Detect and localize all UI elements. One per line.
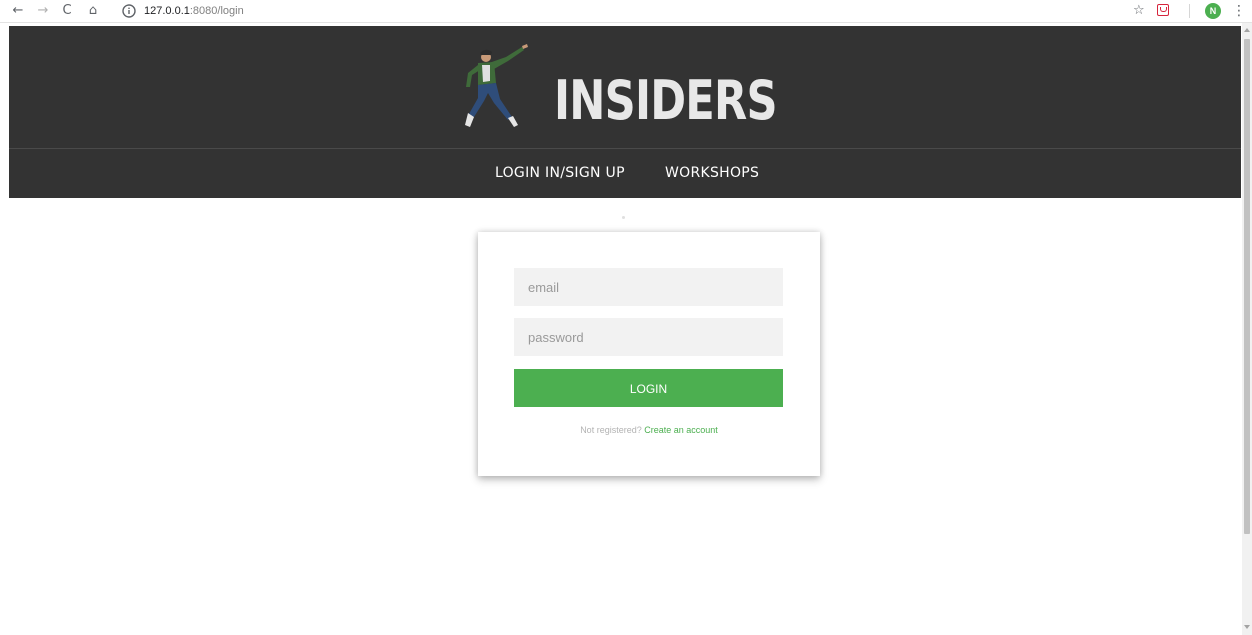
address-bar[interactable]: 127.0.0.1:8080/login — [144, 3, 244, 19]
menu-item-login-signup[interactable]: LOGIN IN/SIGN UP — [495, 165, 625, 181]
menu-item-workshops[interactable]: WORKSHOPS — [665, 165, 759, 181]
dancer-logo-image — [465, 44, 528, 127]
scroll-up-arrow-icon[interactable] — [1244, 28, 1250, 32]
site-header: INSIDERS LOGIN IN/SIGN UP WORKSHOPS — [9, 26, 1241, 198]
site-info-icon[interactable] — [120, 2, 138, 20]
brand-bar: INSIDERS — [9, 26, 1241, 149]
browser-toolbar: ← → C ⌂ 127.0.0.1:8080/login ☆ N ⋮ — [0, 0, 1252, 23]
home-icon[interactable]: ⌂ — [84, 2, 102, 20]
bookmark-star-icon[interactable]: ☆ — [1133, 2, 1145, 20]
profile-avatar[interactable]: N — [1205, 3, 1221, 19]
create-account-link[interactable]: Create an account — [644, 425, 718, 435]
not-registered-text: Not registered? — [580, 425, 642, 435]
main-menu: LOGIN IN/SIGN UP WORKSHOPS — [9, 149, 1241, 198]
login-card: LOGIN Not registered? Create an account — [478, 232, 820, 476]
login-button[interactable]: LOGIN — [514, 369, 783, 407]
url-host: 127.0.0.1 — [144, 5, 190, 17]
pocket-extension-icon[interactable] — [1157, 4, 1169, 16]
scrollbar-thumb[interactable] — [1244, 39, 1250, 534]
email-field[interactable] — [514, 268, 783, 306]
reload-icon[interactable]: C — [58, 2, 76, 20]
back-arrow-icon[interactable]: ← — [9, 2, 27, 20]
forward-arrow-icon[interactable]: → — [34, 2, 52, 20]
browser-menu-icon[interactable]: ⋮ — [1232, 2, 1246, 20]
page-scrollbar[interactable] — [1242, 23, 1252, 635]
password-field[interactable] — [514, 318, 783, 356]
url-path: :8080/login — [189, 5, 244, 17]
register-prompt: Not registered? Create an account — [478, 425, 820, 435]
decorative-dot — [622, 216, 625, 219]
site-title: INSIDERS — [554, 69, 778, 132]
toolbar-divider — [1189, 4, 1190, 18]
scroll-down-arrow-icon[interactable] — [1244, 625, 1250, 629]
